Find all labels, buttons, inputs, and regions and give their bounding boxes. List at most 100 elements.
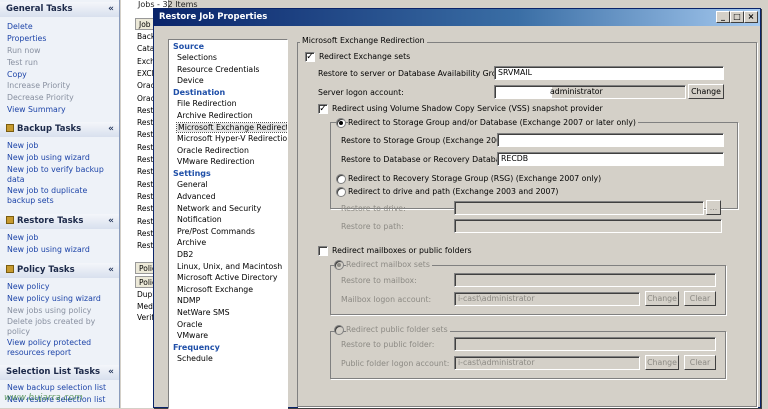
dialog-title: Restore Job Properties <box>159 12 268 22</box>
tree-item-schedule[interactable]: Schedule <box>177 354 213 363</box>
restore-to-public-folder-label: Restore to public folder: <box>341 340 435 349</box>
watermark: www.bujarra.com <box>4 393 83 403</box>
task-properties[interactable]: Properties <box>7 34 117 44</box>
tree-item-ndmp[interactable]: NDMP <box>177 296 200 305</box>
collapse-chevron-icon[interactable]: « <box>108 365 114 380</box>
task-delete[interactable]: Delete <box>7 22 117 32</box>
selection-list-tasks-title: Selection List Tasks <box>6 367 101 377</box>
tree-item-archive[interactable]: Archive <box>177 238 206 247</box>
general-tasks-title: General Tasks <box>6 4 73 14</box>
collapse-chevron-icon[interactable]: « <box>108 214 114 229</box>
task-increase-priority: Increase Priority <box>7 81 71 90</box>
redirect-exchange-sets-label: Redirect Exchange sets <box>319 52 411 61</box>
task-delete-policy-jobs: Delete jobs created by policy <box>7 317 96 336</box>
collapse-chevron-icon[interactable]: « <box>108 122 114 137</box>
task-new-policy-wizard[interactable]: New policy using wizard <box>7 294 117 304</box>
close-button[interactable]: × <box>744 11 758 23</box>
mailbox-logon-clear-button: Clear <box>684 291 716 306</box>
policy-icon <box>6 265 14 273</box>
vss-label: Redirect using Volume Shadow Copy Servic… <box>332 104 603 113</box>
minimize-button[interactable]: _ <box>716 11 730 23</box>
exchange-redirection-group-title: Microsoft Exchange Redirection <box>300 36 427 45</box>
task-copy[interactable]: Copy <box>7 70 117 80</box>
restore-to-path-label: Restore to path: <box>341 222 404 231</box>
tree-item-resource-credentials[interactable]: Resource Credentials <box>177 65 259 74</box>
tree-category-frequency[interactable]: Frequency <box>173 343 220 352</box>
restore-icon <box>6 216 14 224</box>
mailbox-sets-radio <box>334 260 344 270</box>
tree-item-linux-unix-mac[interactable]: Linux, Unix, and Macintosh <box>177 262 282 271</box>
task-new-backup-job-wizard[interactable]: New job using wizard <box>7 153 117 163</box>
restore-to-mailbox-label: Restore to mailbox: <box>341 276 417 285</box>
tree-item-general[interactable]: General <box>177 180 208 189</box>
restore-database-input[interactable]: RECDB <box>497 152 724 166</box>
tree-item-netware-sms[interactable]: NetWare SMS <box>177 308 230 317</box>
tree-item-oracle[interactable]: Oracle <box>177 320 202 329</box>
task-new-policy[interactable]: New policy <box>7 282 117 292</box>
restore-database-value: RECDB <box>501 154 529 163</box>
tree-item-notification[interactable]: Notification <box>177 215 222 224</box>
server-logon-change-button[interactable]: Change <box>688 84 724 99</box>
dialog-titlebar[interactable]: Restore Job Properties _ □ × <box>154 9 760 26</box>
tree-item-vmware[interactable]: VMware <box>177 331 208 340</box>
task-view-summary[interactable]: View Summary <box>7 105 117 115</box>
tree-item-device[interactable]: Device <box>177 76 204 85</box>
vss-checkbox[interactable]: ✓ <box>318 104 328 114</box>
task-pane: General Tasks « Delete Properties Run no… <box>0 0 120 408</box>
tree-item-vmware-redirection[interactable]: VMware Redirection <box>177 157 255 166</box>
restore-to-server-input[interactable]: SRVMAIL <box>494 66 724 80</box>
tree-item-network-security[interactable]: Network and Security <box>177 204 261 213</box>
restore-tasks-header[interactable]: Restore Tasks « <box>0 214 119 229</box>
restore-to-server-value: SRVMAIL <box>498 68 532 77</box>
collapse-chevron-icon[interactable]: « <box>108 2 114 17</box>
tree-item-pre-post-commands[interactable]: Pre/Post Commands <box>177 227 255 236</box>
tree-category-source[interactable]: Source <box>173 42 204 51</box>
tree-item-oracle-redirection[interactable]: Oracle Redirection <box>177 146 249 155</box>
redirect-mailboxes-label: Redirect mailboxes or public folders <box>332 246 472 255</box>
drive-path-radio[interactable] <box>336 187 346 197</box>
restore-to-public-folder-input <box>454 337 716 351</box>
task-new-duplicate-job[interactable]: New job to duplicate backup sets <box>7 186 117 206</box>
tree-item-exchange-redirection[interactable]: Microsoft Exchange Redirection <box>176 122 287 133</box>
restore-tasks-title: Restore Tasks <box>17 216 84 226</box>
public-folder-logon-label: Public folder logon account: <box>341 359 450 368</box>
task-new-jobs-using-policy: New jobs using policy <box>7 306 92 315</box>
restore-database-label: Restore to Database or Recovery Database… <box>341 155 512 164</box>
policy-tasks-header[interactable]: Policy Tasks « <box>0 263 119 278</box>
task-decrease-priority: Decrease Priority <box>7 93 74 102</box>
public-folder-logon-value: i-cast\administrator <box>458 358 535 367</box>
tree-item-db2[interactable]: DB2 <box>177 250 193 259</box>
public-folder-logon-input: i-cast\administrator <box>454 356 640 370</box>
properties-tree: Source Selections Resource Credentials D… <box>168 39 288 409</box>
selection-list-tasks-header[interactable]: Selection List Tasks « <box>0 365 119 380</box>
restore-storage-group-input[interactable] <box>497 133 724 147</box>
tree-category-settings[interactable]: Settings <box>173 169 211 178</box>
tree-item-advanced[interactable]: Advanced <box>177 192 216 201</box>
task-view-policy-report[interactable]: View policy protected resources report <box>7 338 117 358</box>
backup-tasks-header[interactable]: Backup Tasks « <box>0 122 119 137</box>
task-new-restore-job-wizard[interactable]: New job using wizard <box>7 245 117 255</box>
task-new-backup-selection-list[interactable]: New backup selection list <box>7 383 117 393</box>
mailbox-logon-change-button: Change <box>645 291 679 306</box>
tree-item-hyperv-redirection[interactable]: Microsoft Hyper-V Redirection <box>177 134 287 143</box>
policy-tasks-title: Policy Tasks <box>17 265 75 275</box>
collapse-chevron-icon[interactable]: « <box>108 263 114 278</box>
tree-category-destination[interactable]: Destination <box>173 88 225 97</box>
rsg-radio[interactable] <box>336 174 346 184</box>
tree-item-microsoft-exchange[interactable]: Microsoft Exchange <box>177 285 253 294</box>
task-new-verify-job[interactable]: New job to verify backup data <box>7 165 117 185</box>
task-new-backup-job[interactable]: New job <box>7 141 117 151</box>
tree-item-archive-redirection[interactable]: Archive Redirection <box>177 111 253 120</box>
mailbox-logon-label: Mailbox logon account: <box>341 295 432 304</box>
redirect-mailboxes-checkbox[interactable] <box>318 246 328 256</box>
maximize-button[interactable]: □ <box>730 11 744 23</box>
tree-item-selections[interactable]: Selections <box>177 53 217 62</box>
storage-group-radio[interactable] <box>336 118 346 128</box>
restore-to-drive-input <box>454 201 704 215</box>
restore-to-path-input <box>454 219 722 233</box>
general-tasks-header[interactable]: General Tasks « <box>0 2 119 17</box>
redirect-exchange-sets-checkbox[interactable]: ✓ <box>305 52 315 62</box>
tree-item-file-redirection[interactable]: File Redirection <box>177 99 237 108</box>
task-new-restore-job[interactable]: New job <box>7 233 117 243</box>
tree-item-active-directory[interactable]: Microsoft Active Directory <box>177 273 278 282</box>
